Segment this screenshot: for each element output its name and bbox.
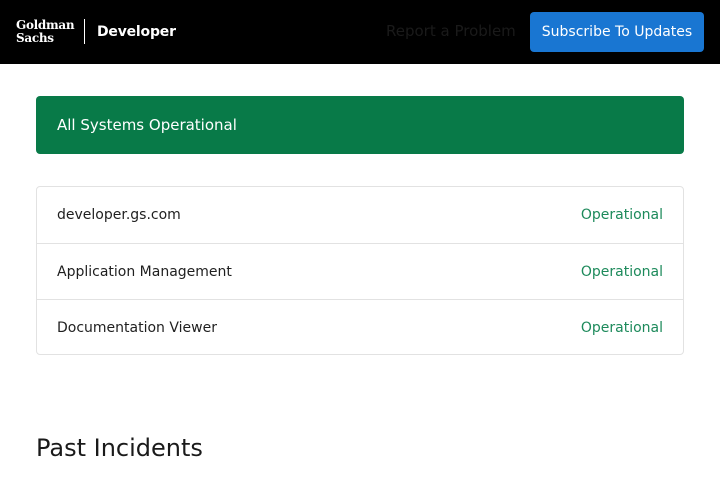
- component-status: Operational: [580, 320, 663, 336]
- report-a-problem-link[interactable]: Report a Problem: [386, 21, 516, 41]
- logo-line-2: Sachs: [16, 30, 54, 45]
- component-row: developer.gs.com Operational: [37, 187, 683, 243]
- overall-status-text: All Systems Operational: [57, 116, 237, 134]
- component-row: Application Management Operational: [37, 243, 683, 299]
- goldman-sachs-logo[interactable]: Goldman Sachs: [16, 19, 76, 45]
- subscribe-to-updates-button[interactable]: Subscribe To Updates: [530, 12, 704, 52]
- logo-line-1: Goldman: [16, 18, 75, 32]
- component-name: Documentation Viewer: [57, 320, 217, 336]
- component-status: Operational: [580, 264, 663, 280]
- developer-product-link[interactable]: Developer: [97, 22, 176, 42]
- overall-status-banner: All Systems Operational: [36, 96, 684, 154]
- past-incidents-heading: Past Incidents: [36, 434, 203, 462]
- component-name: Application Management: [57, 264, 232, 280]
- component-status: Operational: [580, 207, 663, 223]
- logo-divider: [84, 19, 85, 44]
- top-navigation-bar: Goldman Sachs Developer Report a Problem…: [0, 0, 720, 64]
- component-name: developer.gs.com: [57, 207, 181, 223]
- component-list: developer.gs.com Operational Application…: [36, 186, 684, 355]
- component-row: Documentation Viewer Operational: [37, 299, 683, 355]
